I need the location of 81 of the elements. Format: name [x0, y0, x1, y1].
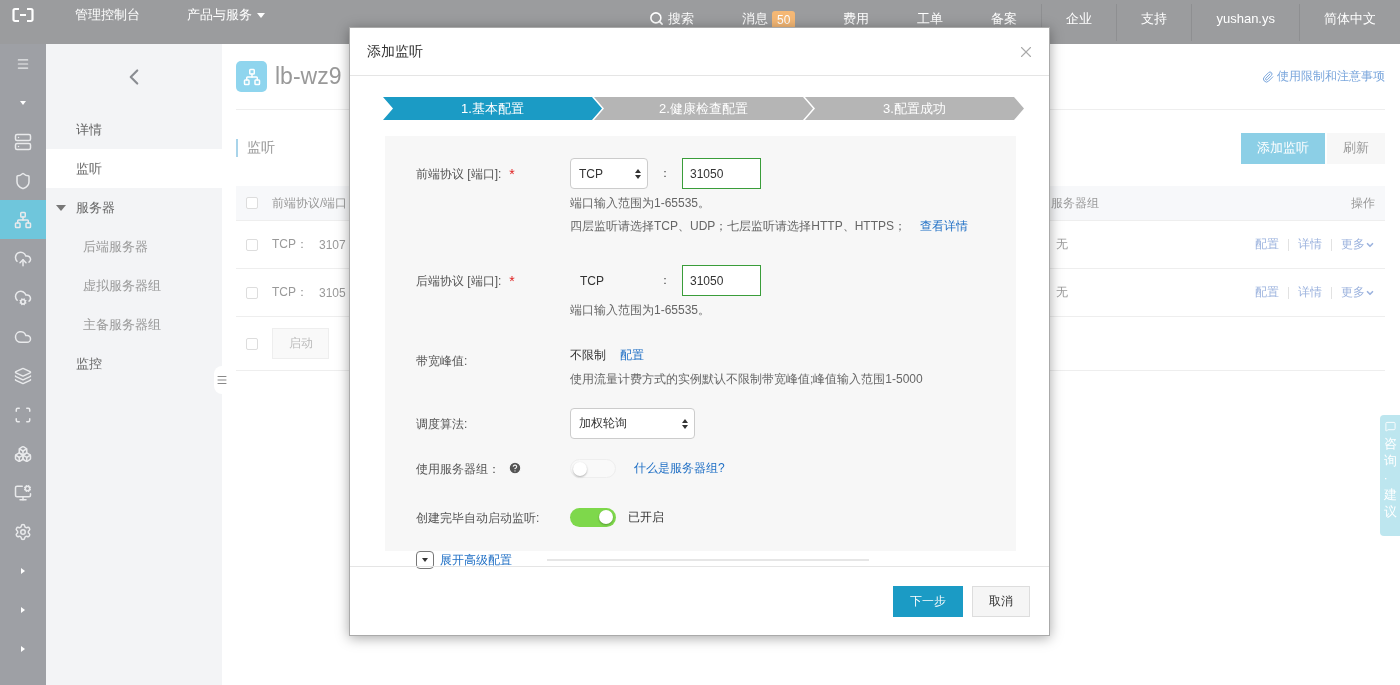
- required-mark: *: [509, 166, 515, 182]
- nav-link[interactable]: 费用: [843, 10, 870, 27]
- action-link[interactable]: 详情: [1298, 236, 1322, 253]
- paperclip-icon: [1262, 70, 1274, 83]
- table-cell-text: 无: [1056, 236, 1069, 253]
- sidebar-item[interactable]: 服务器: [46, 188, 222, 227]
- protocol-select[interactable]: TCP: [570, 158, 648, 189]
- field-label: 前端协议 [端口]:: [416, 166, 502, 183]
- messages-link[interactable]: 消息: [742, 10, 769, 27]
- protocol-text: TCP: [579, 273, 605, 288]
- console-link[interactable]: 管理控制台: [46, 7, 169, 23]
- advanced-settings-link[interactable]: 展开高级配置: [440, 551, 512, 569]
- sidebar-item[interactable]: 详情: [46, 110, 222, 149]
- colon-text: ：: [658, 165, 672, 182]
- nav-link[interactable]: 支持: [1141, 10, 1168, 27]
- sidebar-item[interactable]: 监听: [46, 149, 222, 188]
- dialog-title: 添加监听: [367, 42, 423, 61]
- sidebar-item[interactable]: 监控: [46, 344, 222, 383]
- checkbox[interactable]: [246, 337, 258, 350]
- action-link[interactable]: 配置: [1255, 284, 1279, 301]
- toggle-switch[interactable]: [570, 459, 616, 478]
- table-cell: 3107: [319, 237, 346, 252]
- chat-icon: [1384, 421, 1396, 432]
- nav-link[interactable]: 简体中文: [1324, 10, 1376, 27]
- action-link[interactable]: 详情: [1298, 284, 1322, 301]
- add-listener-button[interactable]: 添加监听: [1241, 132, 1325, 164]
- nav-link[interactable]: 企业: [1066, 10, 1093, 27]
- required-mark: *: [509, 273, 515, 289]
- search-icon[interactable]: [649, 10, 665, 26]
- port-input[interactable]: 31050: [682, 158, 761, 189]
- table-cell-text: TCP：: [272, 236, 309, 253]
- page-title: lb-wz9: [275, 63, 342, 90]
- algorithm-select[interactable]: 加权轮询: [570, 408, 695, 439]
- sidebar-item[interactable]: 虚拟服务器组: [46, 266, 222, 305]
- help-icon[interactable]: [508, 461, 522, 475]
- field-label: 使用服务器组：: [416, 461, 500, 478]
- section-title: 监听: [236, 139, 275, 157]
- expand-button[interactable]: [416, 551, 434, 569]
- nav-link[interactable]: 工单: [917, 10, 944, 27]
- network-icon[interactable]: [0, 200, 46, 239]
- column-header: 前端协议/端口: [272, 194, 348, 212]
- search-link[interactable]: 搜索: [668, 10, 695, 27]
- field-label: 创建完毕自动启动监听:: [416, 510, 540, 527]
- help-link[interactable]: 什么是服务器组?: [634, 460, 725, 477]
- checkbox[interactable]: [246, 197, 258, 209]
- nav-link[interactable]: yushan.ys: [1216, 10, 1275, 27]
- bandwidth-value: 不限制: [570, 346, 606, 364]
- hint-text: 使用流量计费方式的实例默认不限制带宽峰值;峰值输入范围1-5000: [570, 372, 923, 386]
- message-count-badge: 50: [772, 10, 796, 29]
- checkbox[interactable]: [246, 238, 258, 251]
- nav-link[interactable]: 备案: [991, 10, 1018, 27]
- refresh-button[interactable]: 刷新: [1327, 132, 1385, 164]
- notice-link[interactable]: 使用限制和注意事项: [1277, 68, 1385, 85]
- cancel-button[interactable]: 取消: [972, 585, 1030, 617]
- network-icon: [236, 61, 267, 92]
- products-menu[interactable]: 产品与服务: [169, 7, 283, 23]
- action-link[interactable]: 配置: [1255, 236, 1279, 253]
- field-label: 调度算法:: [416, 416, 468, 433]
- sidebar-item[interactable]: 后端服务器: [46, 227, 222, 266]
- status-text: 已开启: [628, 509, 664, 526]
- configure-link[interactable]: 配置: [620, 346, 644, 364]
- action-link[interactable]: 更多: [1341, 236, 1375, 253]
- table-cell: 3105: [319, 285, 346, 300]
- hint-text: 端口输入范围为1-65535。: [570, 196, 711, 210]
- table-cell-text: 无: [1056, 284, 1069, 301]
- field-label: 后端协议 [端口]:: [416, 273, 502, 290]
- hint-text: 四层监听请选择TCP、UDP；七层监听请选择HTTP、HTTPS；: [570, 219, 906, 233]
- column-header: 服务器组: [1051, 194, 1100, 212]
- next-button[interactable]: 下一步: [893, 585, 963, 617]
- port-input[interactable]: 31050: [682, 265, 761, 296]
- hint-text: 端口输入范围为1-65535。: [570, 303, 711, 317]
- sidebar-item[interactable]: 主备服务器组: [46, 305, 222, 344]
- details-link[interactable]: 查看详情: [920, 219, 968, 233]
- field-label: 带宽峰值:: [416, 353, 468, 370]
- colon-text: ：: [658, 272, 672, 289]
- action-link[interactable]: 更多: [1341, 284, 1375, 301]
- checkbox[interactable]: [246, 286, 258, 299]
- toggle-switch[interactable]: [570, 508, 616, 527]
- caret-icon: [257, 13, 265, 19]
- table-cell-text: TCP：: [272, 284, 309, 301]
- column-header: 操作: [1351, 194, 1375, 212]
